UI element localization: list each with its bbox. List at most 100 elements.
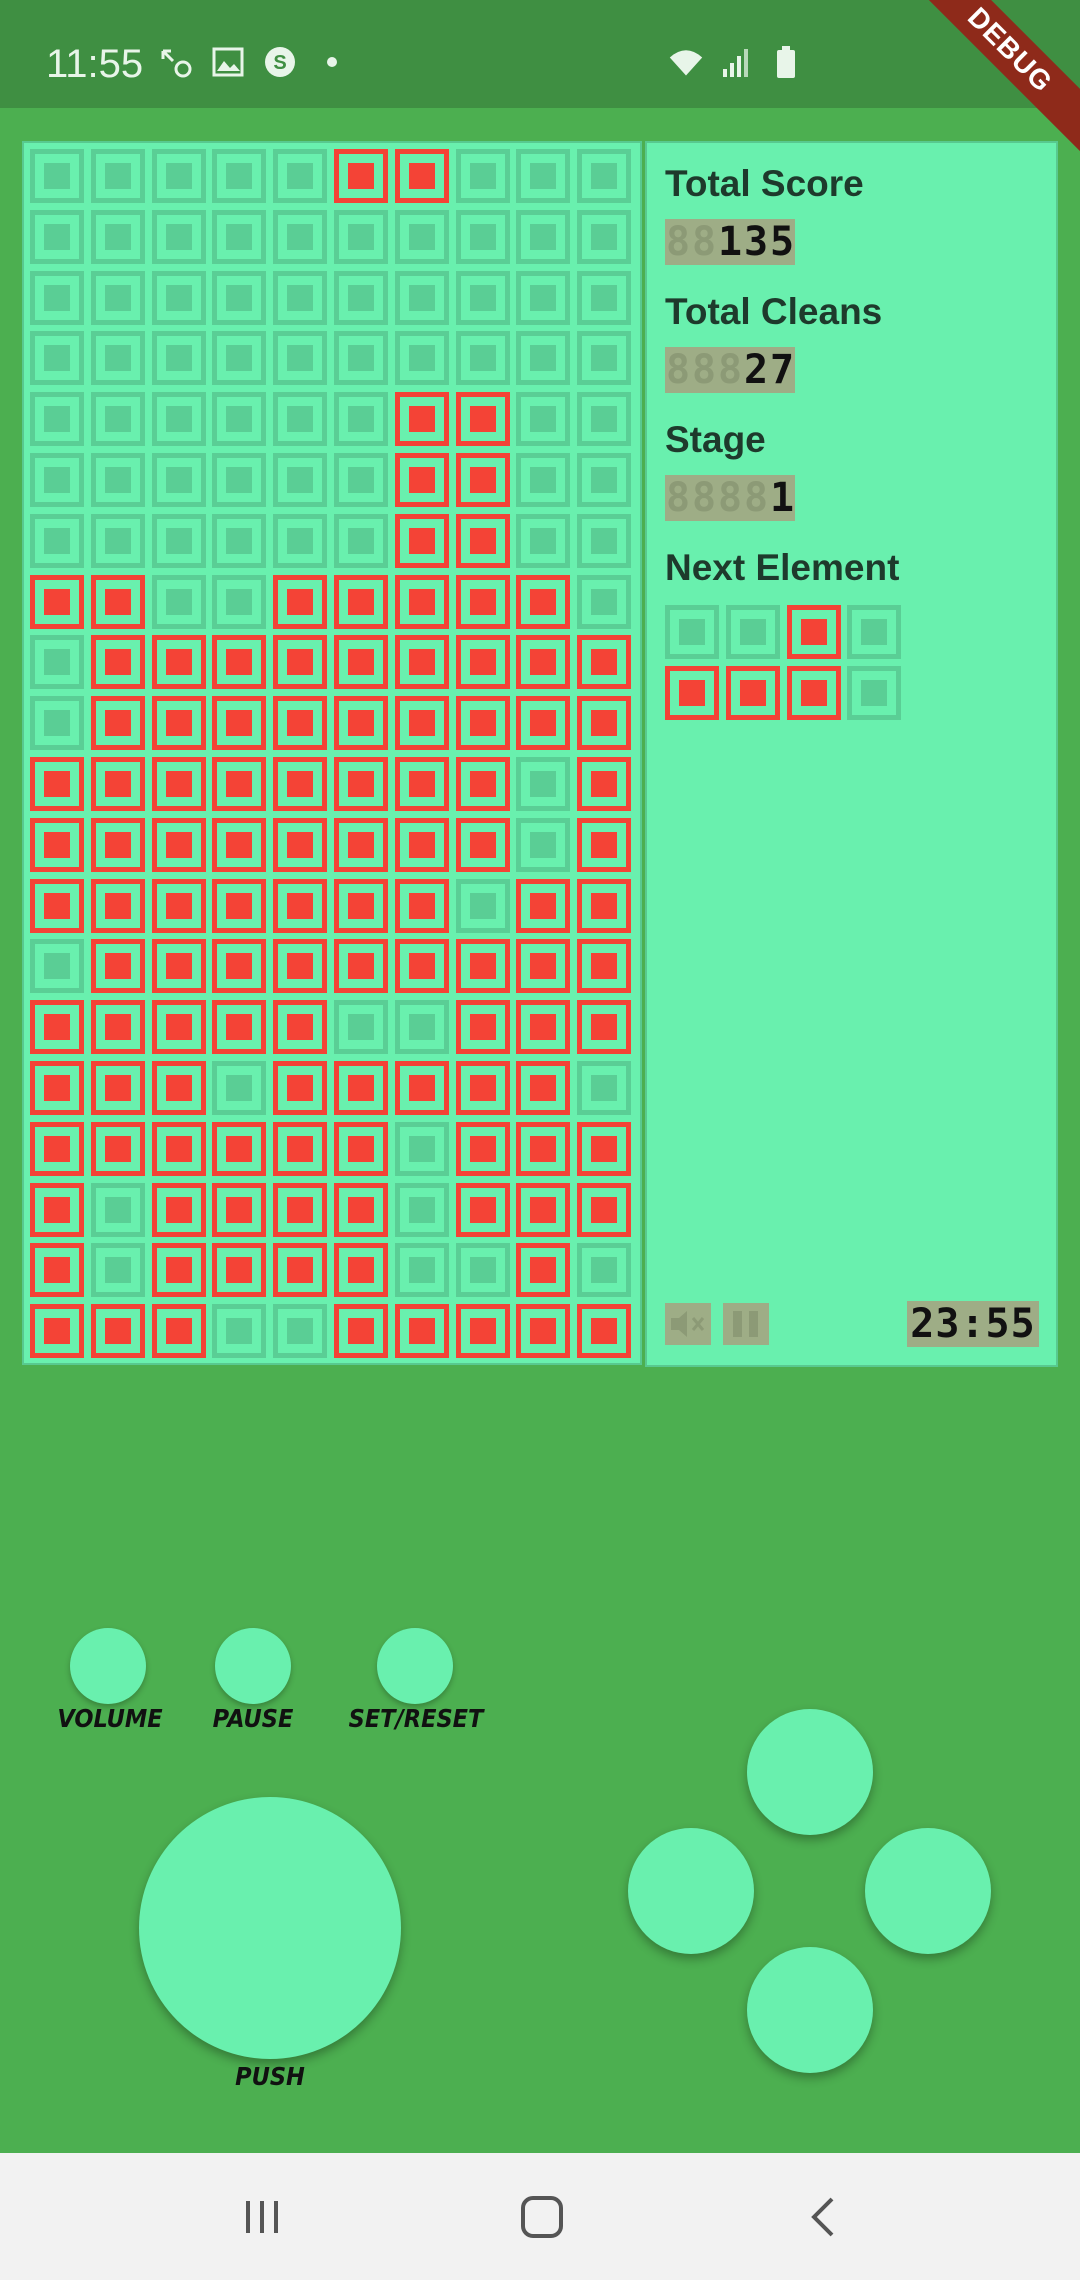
filled-block: [273, 574, 328, 629]
filled-block: [334, 149, 388, 203]
empty-cell: [577, 209, 632, 264]
volume-label: VOLUME: [57, 1704, 163, 1733]
filled-block: [30, 757, 84, 811]
filled-block: [151, 635, 206, 690]
lcd-ghost-digit: 8: [691, 347, 717, 393]
empty-cell: [90, 453, 145, 507]
empty-cell: [212, 1061, 267, 1115]
filled-block: [394, 635, 449, 690]
empty-cell: [30, 939, 84, 994]
volume-button[interactable]: [70, 1628, 146, 1704]
next-empty-cell: [725, 605, 780, 659]
filled-block: [273, 878, 328, 933]
filled-block: [455, 1182, 510, 1237]
filled-block: [394, 939, 449, 994]
filled-block: [212, 1182, 267, 1237]
signal-icon: [718, 44, 754, 80]
recents-icon[interactable]: [232, 2193, 292, 2241]
filled-block: [273, 1243, 328, 1298]
cleans-label: Total Cleans: [665, 291, 883, 332]
filled-block: [455, 1304, 510, 1359]
filled-block: [212, 1121, 267, 1176]
filled-block: [394, 817, 449, 872]
empty-cell: [334, 513, 388, 568]
filled-block: [90, 939, 145, 994]
score-display: 88135: [665, 219, 795, 265]
empty-cell: [334, 1000, 388, 1055]
empty-cell: [577, 574, 632, 629]
empty-cell: [90, 1243, 145, 1298]
filled-block: [30, 1000, 84, 1055]
filled-block: [334, 1061, 388, 1115]
next-element-label: Next Element: [665, 547, 900, 588]
filled-block: [30, 1061, 84, 1115]
next-filled-block: [786, 605, 841, 659]
push-button[interactable]: [139, 1797, 401, 2059]
filled-block: [516, 635, 571, 690]
filled-block: [455, 696, 510, 751]
back-icon[interactable]: [794, 2193, 854, 2241]
empty-cell: [455, 1243, 510, 1298]
score-label: Total Score: [665, 163, 864, 204]
filled-block: [334, 574, 388, 629]
dpad-left-button[interactable]: [628, 1828, 754, 1954]
filled-block: [334, 635, 388, 690]
image-icon: [210, 44, 246, 80]
filled-block: [334, 817, 388, 872]
filled-block: [90, 696, 145, 751]
empty-cell: [516, 757, 571, 811]
filled-block: [577, 878, 632, 933]
filled-block: [577, 696, 632, 751]
next-filled-block: [725, 665, 780, 720]
filled-block: [334, 1304, 388, 1359]
empty-cell: [516, 149, 571, 203]
lcd-ghost-digit: 8: [665, 475, 691, 521]
filled-block: [212, 878, 267, 933]
dpad-right-button[interactable]: [865, 1828, 991, 1954]
filled-block: [577, 1000, 632, 1055]
filled-block: [30, 1304, 84, 1359]
filled-block: [90, 574, 145, 629]
filled-block: [273, 696, 328, 751]
empty-cell: [212, 149, 267, 203]
lcd-digit: 5: [769, 219, 795, 265]
dpad-down-button[interactable]: [747, 1947, 873, 2073]
filled-block: [516, 574, 571, 629]
filled-block: [516, 1061, 571, 1115]
empty-cell: [151, 453, 206, 507]
dpad-up-button[interactable]: [747, 1709, 873, 1835]
home-icon[interactable]: [512, 2193, 572, 2241]
filled-block: [516, 1000, 571, 1055]
filled-block: [212, 757, 267, 811]
empty-cell: [516, 331, 571, 386]
empty-cell: [334, 209, 388, 264]
empty-cell: [151, 513, 206, 568]
empty-cell: [516, 270, 571, 325]
empty-cell: [212, 270, 267, 325]
system-icons: [668, 44, 804, 80]
filled-block: [334, 878, 388, 933]
set-reset-label: SET/RESET: [348, 1704, 484, 1733]
filled-block: [151, 817, 206, 872]
filled-block: [577, 1304, 632, 1359]
filled-block: [151, 1182, 206, 1237]
filled-block: [577, 1182, 632, 1237]
filled-block: [455, 392, 510, 447]
filled-block: [394, 1304, 449, 1359]
set-reset-button[interactable]: [377, 1628, 453, 1704]
empty-cell: [577, 513, 632, 568]
empty-cell: [577, 392, 632, 447]
empty-cell: [30, 331, 84, 386]
empty-cell: [212, 209, 267, 264]
empty-cell: [516, 392, 571, 447]
empty-cell: [30, 635, 84, 690]
filled-block: [394, 757, 449, 811]
game-board: [22, 141, 642, 1365]
pause-button[interactable]: [215, 1628, 291, 1704]
filled-block: [577, 635, 632, 690]
empty-cell: [516, 209, 571, 264]
filled-block: [151, 696, 206, 751]
next-filled-block: [665, 665, 719, 720]
filled-block: [151, 757, 206, 811]
filled-block: [212, 1243, 267, 1298]
